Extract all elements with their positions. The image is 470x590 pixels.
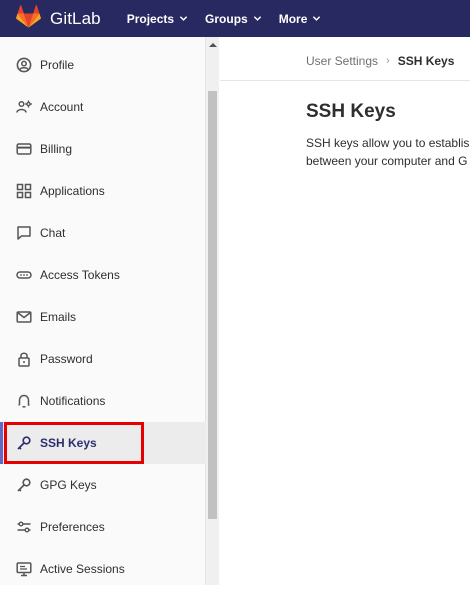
applications-icon: [16, 183, 32, 199]
sidebar-item-password[interactable]: Password: [0, 338, 206, 380]
chevron-down-icon: [313, 16, 321, 21]
gitlab-home-link[interactable]: GitLab: [16, 0, 101, 37]
chevron-down-icon: [179, 16, 188, 21]
scroll-up-arrow-icon[interactable]: [206, 37, 219, 53]
sidebar-item-label: Access Tokens: [40, 268, 120, 282]
sidebar-item-label: Password: [40, 352, 93, 366]
access-tokens-icon: [16, 267, 32, 283]
nav-more-label: More: [278, 11, 308, 26]
sidebar-item-access-tokens[interactable]: Access Tokens: [0, 254, 206, 296]
lock-icon: [16, 351, 32, 367]
nav-more-dropdown[interactable]: More: [279, 0, 322, 37]
gitlab-logo-icon: [16, 4, 41, 33]
sidebar-item-label: Preferences: [40, 520, 105, 534]
scrollbar-thumb[interactable]: [208, 91, 217, 519]
sidebar-item-label: Emails: [40, 310, 77, 324]
nav-projects-dropdown[interactable]: Projects: [127, 0, 188, 37]
profile-icon: [16, 57, 32, 73]
sidebar-item-label: Applications: [40, 184, 105, 198]
brand-name: GitLab: [50, 8, 101, 28]
monitor-icon: [16, 561, 32, 577]
sidebar-item-gpg-keys[interactable]: GPG Keys: [0, 464, 206, 506]
sidebar-item-billing[interactable]: Billing: [0, 128, 206, 170]
sidebar-item-label: Profile: [40, 58, 75, 72]
sidebar-item-label: Account: [40, 100, 84, 114]
page-title: SSH Keys: [306, 101, 396, 122]
nav-projects-label: Projects: [126, 11, 175, 26]
breadcrumb: User Settings › SSH Keys: [306, 54, 454, 68]
sidebar-item-label: Notifications: [40, 394, 106, 408]
nav-groups-label: Groups: [205, 11, 248, 26]
key-icon: [16, 477, 32, 493]
sidebar-item-preferences[interactable]: Preferences: [0, 506, 206, 548]
sidebar-item-label: Active Sessions: [40, 562, 125, 576]
sidebar-item-label: SSH Keys: [40, 436, 97, 450]
chevron-down-icon: [253, 16, 261, 21]
top-navbar: GitLab Projects Groups More: [0, 0, 470, 37]
breadcrumb-divider: [220, 80, 470, 81]
bell-icon: [16, 393, 32, 409]
breadcrumb-user-settings-link[interactable]: User Settings: [306, 54, 378, 68]
description-line-2: between your computer and G: [306, 154, 468, 168]
sidebar-item-chat[interactable]: Chat: [0, 212, 206, 254]
sidebar-item-emails[interactable]: Emails: [0, 296, 206, 338]
settings-sidebar: Profile Account Billing Applications Cha…: [0, 37, 206, 585]
chevron-right-icon: ›: [386, 55, 390, 67]
sidebar-item-account[interactable]: Account: [0, 86, 206, 128]
sidebar-item-label: Billing: [40, 142, 73, 156]
sidebar-item-applications[interactable]: Applications: [0, 170, 206, 212]
page-description: SSH keys allow you to establis between y…: [306, 134, 470, 170]
sidebar-item-label: GPG Keys: [40, 478, 97, 492]
sidebar-item-notifications[interactable]: Notifications: [0, 380, 206, 422]
preferences-icon: [16, 519, 32, 535]
sidebar-scrollbar[interactable]: [206, 37, 219, 585]
email-icon: [16, 309, 32, 325]
billing-icon: [16, 141, 32, 157]
breadcrumb-current[interactable]: SSH Keys: [398, 54, 455, 68]
nav-groups-dropdown[interactable]: Groups: [205, 0, 262, 37]
key-icon: [16, 435, 32, 451]
description-line-1: SSH keys allow you to establis: [306, 136, 470, 150]
chat-icon: [16, 225, 32, 241]
sidebar-item-active-sessions[interactable]: Active Sessions: [0, 548, 206, 590]
account-icon: [16, 99, 32, 115]
sidebar-item-label: Chat: [40, 226, 66, 240]
sidebar-item-ssh-keys[interactable]: SSH Keys: [0, 422, 206, 464]
sidebar-item-profile[interactable]: Profile: [0, 44, 206, 86]
